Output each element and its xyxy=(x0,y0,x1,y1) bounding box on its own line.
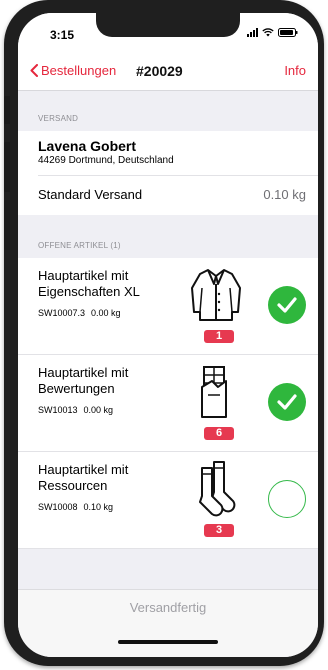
page-title: #20029 xyxy=(136,63,183,79)
quantity-badge: 3 xyxy=(204,524,234,537)
shipping-weight: 0.10 kg xyxy=(263,187,306,202)
item-weight: 0.00 kg xyxy=(91,308,121,318)
battery-icon xyxy=(278,28,298,37)
item-sku: SW10007.3 xyxy=(38,308,86,318)
phone-frame: 3:15 Bestellungen #20029 Info VERSAND La… xyxy=(4,0,324,666)
customer-name: Lavena Gobert xyxy=(38,138,137,154)
item-name: Hauptartikel mit Ressourcen xyxy=(38,462,129,493)
shipping-method[interactable]: Standard Versand xyxy=(38,187,142,202)
notch xyxy=(96,13,240,37)
item-name: Hauptartikel mit Bewertungen xyxy=(38,365,129,396)
list-item[interactable]: Hauptartikel mit Bewertungen SW10013 0.00… xyxy=(18,355,318,452)
checkmark-icon xyxy=(277,297,297,313)
wifi-icon xyxy=(262,28,274,37)
nav-bar: Bestellungen #20029 Info xyxy=(18,53,318,91)
item-sku: SW10008 xyxy=(38,502,78,512)
mute-switch xyxy=(4,96,10,124)
item-meta: SW10008 0.10 kg xyxy=(38,502,113,512)
shipping-card: Lavena Gobert 44269 Dortmund, Deutschlan… xyxy=(18,131,318,215)
bottom-bar: Versandfertig xyxy=(18,589,318,657)
chevron-left-icon xyxy=(30,64,38,77)
item-weight: 0.00 kg xyxy=(83,405,114,415)
item-sku: SW10013 xyxy=(38,405,78,415)
item-name: Hauptartikel mit Eigenschaften XL xyxy=(38,268,140,299)
home-indicator[interactable] xyxy=(118,640,218,644)
back-button-label: Bestellungen xyxy=(41,63,117,78)
item-meta: SW10013 0.00 kg xyxy=(38,405,113,415)
item-meta: SW10007.3 0.00 kg xyxy=(38,308,121,318)
section-header-versand: VERSAND xyxy=(38,114,79,123)
checkmark-icon xyxy=(277,394,297,410)
item-checkbox[interactable] xyxy=(268,286,306,324)
list-item[interactable]: Hauptartikel mit Eigenschaften XL SW1000… xyxy=(18,258,318,355)
jacket-icon xyxy=(191,269,241,321)
signal-icon xyxy=(247,28,258,37)
volume-up-button xyxy=(4,142,10,192)
item-checkbox[interactable] xyxy=(268,480,306,518)
list-item[interactable]: Hauptartikel mit Ressourcen SW10008 0.10 … xyxy=(18,452,318,549)
status-icons xyxy=(247,28,298,37)
volume-down-button xyxy=(4,200,10,250)
back-button[interactable]: Bestellungen xyxy=(30,63,116,78)
chocolate-bar-icon xyxy=(201,366,227,418)
screen: 3:15 Bestellungen #20029 Info VERSAND La… xyxy=(18,13,318,657)
item-checkbox[interactable] xyxy=(268,383,306,421)
quantity-badge: 6 xyxy=(204,427,234,440)
socks-icon xyxy=(199,461,236,517)
divider xyxy=(38,175,318,176)
ready-to-ship-button[interactable]: Versandfertig xyxy=(18,600,318,615)
item-weight: 0.10 kg xyxy=(83,502,114,512)
quantity-badge: 1 xyxy=(204,330,234,343)
customer-address: 44269 Dortmund, Deutschland xyxy=(38,155,174,166)
info-button[interactable]: Info xyxy=(284,63,306,78)
status-bar: 3:15 xyxy=(18,13,318,53)
section-header-open-items: OFFENE ARTIKEL (1) xyxy=(38,241,121,250)
status-time: 3:15 xyxy=(50,28,75,42)
